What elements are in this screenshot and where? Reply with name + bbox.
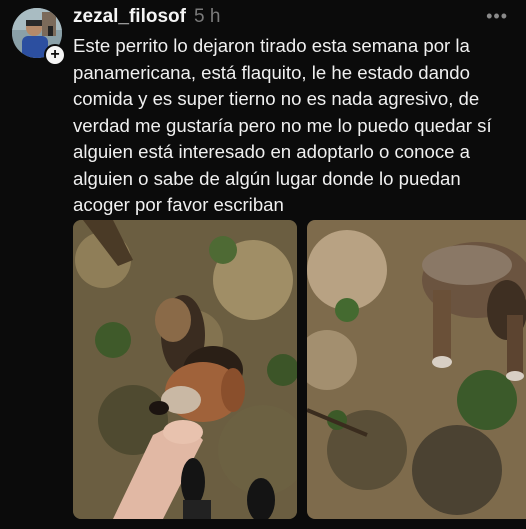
avatar-container[interactable]: + [12,8,66,66]
photo-2[interactable] [307,220,526,519]
timestamp: 5 h [193,6,221,27]
follow-plus-icon[interactable]: + [44,44,66,66]
post-text: Este perrito lo dejaron tirado esta sema… [73,35,492,215]
thread-post: + zezal_filosof 5 h ••• Este perrito lo … [0,0,526,529]
more-options-icon[interactable]: ••• [486,6,508,27]
media-carousel[interactable] [73,220,526,519]
photo-1[interactable] [73,220,297,519]
post-header: zezal_filosof 5 h [73,6,220,28]
username[interactable]: zezal_filosof [73,6,186,28]
